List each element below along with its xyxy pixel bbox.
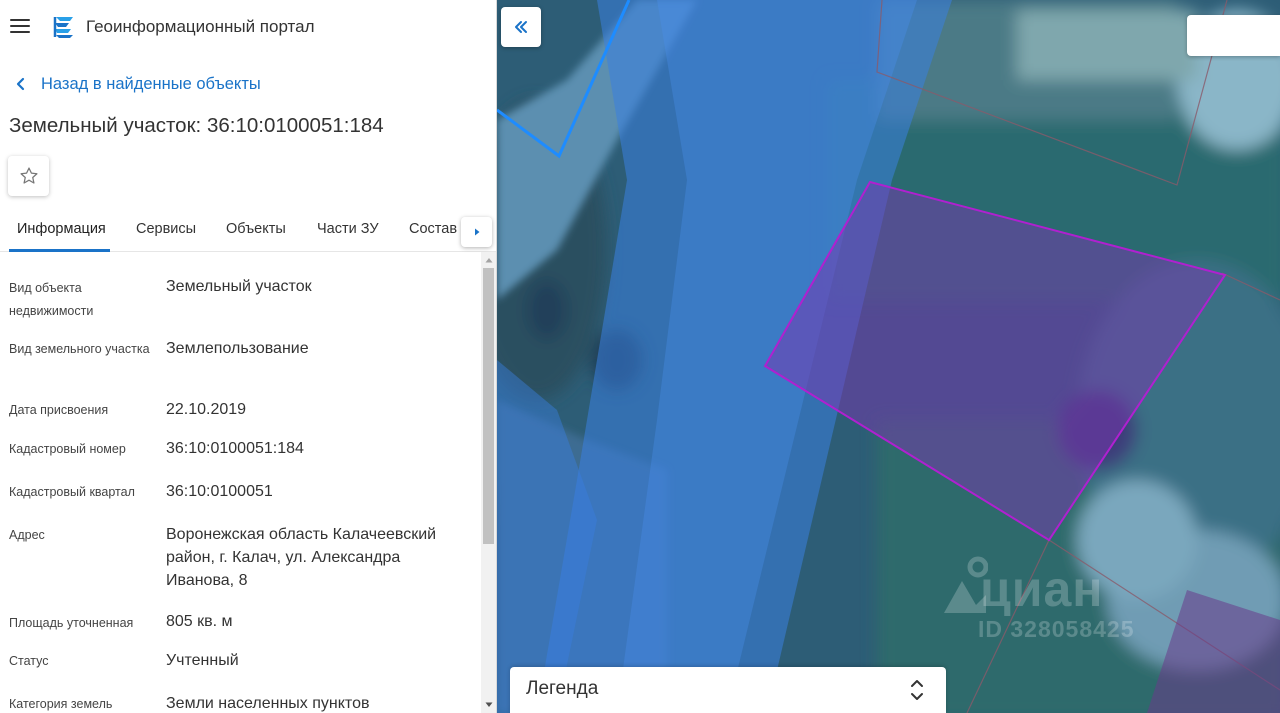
legend-label: Легенда [526,678,599,699]
tab-land-parts[interactable]: Части ЗУ [317,221,379,237]
hamburger-menu-icon[interactable] [10,17,31,35]
tab-bar: Информация Сервисы Объекты Части ЗУ Сост… [0,208,496,252]
watermark-id: ID 328058425 [978,616,1135,642]
property-label: Вид земельного участка [9,342,150,356]
properties-list: Вид объекта недвижимости Земельный участ… [0,252,481,713]
scroll-thumb[interactable] [483,268,494,544]
properties-scrollbar[interactable] [481,252,496,713]
property-value: 22.10.2019 [166,401,247,418]
back-link-label: Назад в найденные объекты [41,74,261,93]
portal-logo-icon [53,17,73,38]
property-label: Дата присвоения [9,403,109,417]
property-label: Кадастровый квартал [9,485,135,499]
property-value: 36:10:0100051 [166,483,273,500]
property-label: Статус [9,654,49,668]
tab-services[interactable]: Сервисы [136,221,196,237]
tab-objects[interactable]: Объекты [226,221,286,237]
star-outline-icon [19,167,38,184]
property-label: Категория земель [9,697,113,711]
object-title: Земельный участок: 36:10:0100051:184 [9,114,384,137]
tab-composition[interactable]: Состав [409,221,457,237]
collapse-panel-button[interactable] [501,7,541,47]
top-bar: Геоинформационный портал [0,0,496,54]
caret-down-icon [485,702,492,707]
caret-right-icon [474,228,479,236]
property-label: Кадастровый номер [9,442,126,456]
double-chevron-left-icon [515,21,527,33]
favorite-button[interactable] [8,156,49,196]
scroll-down-arrow[interactable] [481,697,496,713]
property-value: 36:10:0100051:184 [166,440,304,457]
info-panel: Геоинформационный портал Назад в найденн… [0,0,497,713]
caret-up-icon [485,258,492,263]
watermark: циан ID 328058425 [940,550,1180,650]
property-value: Землепользование [166,340,309,357]
chevron-up-down-icon[interactable] [908,677,926,703]
tabs-scroll-right-button[interactable] [461,217,492,247]
property-value: Земли населенных пунктов [166,695,370,712]
map-search-box[interactable] [1187,15,1280,56]
chevron-left-icon [16,77,25,91]
legend-panel[interactable]: Легенда [510,667,946,713]
tab-information[interactable]: Информация [17,221,106,237]
property-value: 805 кв. м [166,613,233,630]
property-label: Адрес [9,528,45,542]
property-label: Площадь уточненная [9,616,134,630]
back-to-results-link[interactable]: Назад в найденные объекты [14,73,261,95]
scroll-up-arrow[interactable] [481,252,496,268]
property-value: Воронежская область Калачеевский район, … [166,526,437,589]
watermark-brand: циан [980,561,1104,617]
app-title: Геоинформационный портал [86,17,315,36]
property-value: Учтенный [166,652,239,669]
property-value: Земельный участок [166,278,312,295]
property-label: Вид объекта недвижимости [9,281,94,318]
